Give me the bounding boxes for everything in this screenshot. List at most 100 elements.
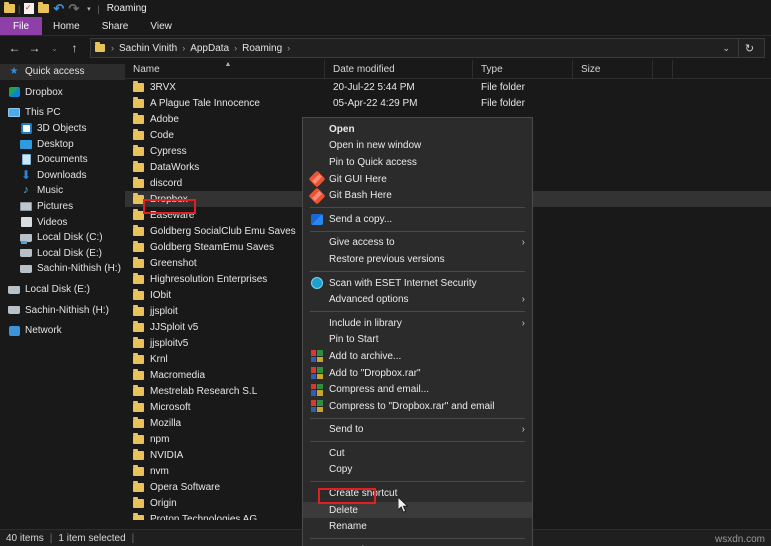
- tab-view[interactable]: View: [139, 17, 183, 35]
- up-button[interactable]: ↑: [66, 40, 83, 57]
- properties-icon[interactable]: [21, 1, 36, 16]
- sidebar-item-pictures[interactable]: Pictures: [0, 199, 125, 215]
- menu-separator: [310, 311, 525, 312]
- chevron-down-icon[interactable]: ⌄: [716, 43, 736, 54]
- menu-item-add-to-dropbox-rar[interactable]: Add to "Dropbox.rar": [303, 365, 532, 382]
- breadcrumb-separator-0: ›: [109, 43, 116, 53]
- chevron-right-icon: ›: [522, 424, 532, 435]
- sidebar-item-sachin-nithish[interactable]: Sachin-Nithish (H:): [0, 302, 125, 318]
- column-header-date-modified[interactable]: Date modified: [325, 60, 473, 79]
- menu-item-pin-to-quick-access[interactable]: Pin to Quick access: [303, 154, 532, 171]
- sidebar-item-sachin-nithish-child[interactable]: Sachin-Nithish (H:): [0, 261, 125, 277]
- refresh-icon[interactable]: ↻: [738, 38, 760, 58]
- drive-icon: [20, 263, 32, 275]
- sidebar-item-this-pc[interactable]: This PC: [0, 105, 125, 121]
- table-row[interactable]: A Plague Tale Innocence05-Apr-22 4:29 PM…: [125, 95, 771, 111]
- file-name-cell: Macromedia: [125, 370, 325, 381]
- menu-item-add-to-archive[interactable]: Add to archive...: [303, 348, 532, 365]
- breadcrumb-separator-1: ›: [180, 43, 187, 53]
- menu-item-advanced-options[interactable]: Advanced options›: [303, 291, 532, 308]
- folder-icon: [133, 115, 144, 124]
- breadcrumb-item-appdata[interactable]: AppData: [189, 43, 230, 54]
- window-title: Roaming: [107, 3, 147, 14]
- menu-item-git-bash-here[interactable]: Git Bash Here: [303, 187, 532, 204]
- menu-separator: [310, 481, 525, 482]
- file-name-label: npm: [150, 434, 169, 445]
- menu-icon-placeholder: [310, 463, 323, 476]
- file-name-label: 3RVX: [150, 82, 176, 93]
- breadcrumb-separator-3: ›: [285, 43, 292, 53]
- file-explorer-window: | ↶ ↷ ▾ | Roaming File Home Share View ←…: [0, 0, 771, 546]
- context-menu[interactable]: OpenOpen in new windowPin to Quick acces…: [302, 117, 533, 546]
- menu-item-cut[interactable]: Cut: [303, 445, 532, 462]
- sidebar-label-3d-objects: 3D Objects: [37, 123, 86, 134]
- menu-item-restore-previous-versions[interactable]: Restore previous versions: [303, 251, 532, 268]
- menu-item-send-a-copy[interactable]: Send a copy...: [303, 211, 532, 228]
- sidebar-item-quick-access[interactable]: ★ Quick access: [0, 64, 125, 80]
- tab-home[interactable]: Home: [42, 17, 91, 35]
- back-button[interactable]: ←: [6, 40, 23, 57]
- sidebar-label-desktop: Desktop: [37, 139, 74, 150]
- menu-item-give-access-to[interactable]: Give access to›: [303, 235, 532, 252]
- new-folder-icon[interactable]: [36, 1, 51, 16]
- forward-button[interactable]: →: [26, 40, 43, 57]
- menu-item-rename[interactable]: Rename: [303, 518, 532, 535]
- folder-icon: [133, 371, 144, 380]
- menu-item-open-in-new-window[interactable]: Open in new window: [303, 138, 532, 155]
- menu-item-compress-to-dropbox-rar-and-email[interactable]: Compress to "Dropbox.rar" and email: [303, 398, 532, 415]
- chevron-right-icon: ›: [522, 294, 532, 305]
- sidebar-item-local-disk-e[interactable]: Local Disk (E:): [0, 282, 125, 298]
- sidebar-item-videos[interactable]: Videos: [0, 214, 125, 230]
- sidebar-item-local-disk-e-child[interactable]: Local Disk (E:): [0, 246, 125, 262]
- undo-icon[interactable]: ↶: [51, 1, 66, 16]
- menu-item-delete[interactable]: Delete: [303, 502, 532, 519]
- folder-icon: [133, 403, 144, 412]
- file-name-cell: Proton Technologies AG: [125, 514, 325, 521]
- menu-item-pin-to-start[interactable]: Pin to Start: [303, 332, 532, 349]
- column-header-size[interactable]: Size: [573, 60, 653, 79]
- file-name-cell: Easeware: [125, 210, 325, 221]
- breadcrumb[interactable]: › Sachin Vinith › AppData › Roaming › ⌄ …: [90, 38, 765, 58]
- explorer-folder-icon: [2, 1, 17, 16]
- menu-item-scan-with-eset-internet-security[interactable]: Scan with ESET Internet Security: [303, 275, 532, 292]
- sidebar-item-network[interactable]: Network: [0, 323, 125, 339]
- column-header-type[interactable]: Type: [473, 60, 573, 79]
- table-row[interactable]: 3RVX20-Jul-22 5:44 PMFile folder: [125, 79, 771, 95]
- menu-separator: [310, 418, 525, 419]
- file-name-cell: Krnl: [125, 354, 325, 365]
- column-header-name[interactable]: Name ▲: [125, 60, 325, 79]
- sidebar-item-documents[interactable]: Documents: [0, 152, 125, 168]
- breadcrumb-item-roaming[interactable]: Roaming: [241, 43, 283, 54]
- column-header-extra[interactable]: [653, 60, 673, 79]
- network-icon: [8, 325, 20, 337]
- tab-file[interactable]: File: [0, 17, 42, 35]
- sidebar-item-dropbox[interactable]: Dropbox: [0, 85, 125, 101]
- sidebar-item-3d-objects[interactable]: 3D Objects: [0, 121, 125, 137]
- sidebar-item-music[interactable]: ♪ Music: [0, 183, 125, 199]
- breadcrumb-item-user[interactable]: Sachin Vinith: [118, 43, 178, 54]
- file-name-cell: jjsploitv5: [125, 338, 325, 349]
- menu-item-copy[interactable]: Copy: [303, 462, 532, 479]
- redo-icon[interactable]: ↷: [66, 1, 81, 16]
- sidebar-item-downloads[interactable]: ⬇ Downloads: [0, 168, 125, 184]
- menu-item-open[interactable]: Open: [303, 121, 532, 138]
- file-name-cell: DataWorks: [125, 162, 325, 173]
- folder-icon: [133, 99, 144, 108]
- menu-separator: [310, 271, 525, 272]
- recent-locations-button[interactable]: ⌄: [46, 40, 63, 57]
- sidebar-item-desktop[interactable]: Desktop: [0, 136, 125, 152]
- menu-item-properties[interactable]: Properties: [303, 542, 532, 546]
- navigation-pane: ★ Quick access Dropbox This PC 3D Object…: [0, 60, 125, 520]
- sidebar-label-videos: Videos: [37, 217, 67, 228]
- menu-item-create-shortcut[interactable]: Create shortcut: [303, 485, 532, 502]
- file-name-cell: Opera Software: [125, 482, 325, 493]
- menu-item-git-gui-here[interactable]: Git GUI Here: [303, 171, 532, 188]
- menu-item-include-in-library[interactable]: Include in library›: [303, 315, 532, 332]
- folder-icon: [133, 291, 144, 300]
- folder-icon: [133, 355, 144, 364]
- sidebar-item-local-disk-c[interactable]: Local Disk (C:): [0, 230, 125, 246]
- customize-qat-icon[interactable]: ▾: [81, 1, 96, 16]
- tab-share[interactable]: Share: [91, 17, 140, 35]
- menu-item-compress-and-email[interactable]: Compress and email...: [303, 381, 532, 398]
- menu-item-send-to[interactable]: Send to›: [303, 422, 532, 439]
